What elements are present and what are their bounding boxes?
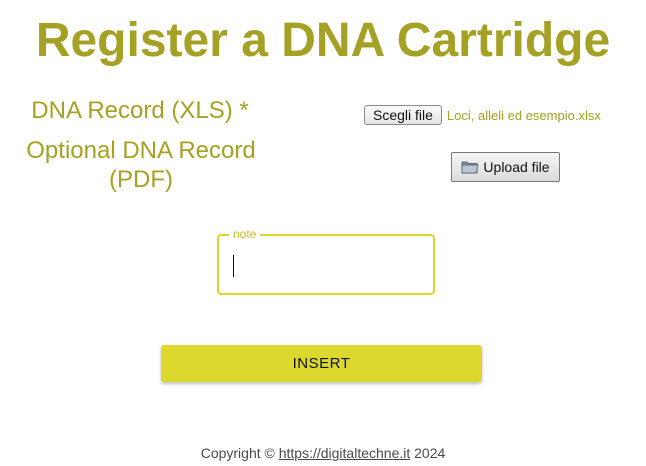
note-legend: note [229, 227, 261, 241]
footer-link[interactable]: https://digitaltechne.it [279, 445, 411, 461]
chosen-file-name: Loci, alleli ed esempio.xlsx [446, 107, 601, 123]
xls-record-label: DNA Record (XLS) * [31, 97, 249, 124]
xls-file-picker: Scegli file Loci, alleli ed esempio.xlsx [364, 105, 601, 125]
choose-file-button[interactable]: Scegli file [364, 105, 442, 125]
note-field: note [217, 227, 435, 295]
note-input[interactable] [231, 252, 421, 278]
page-title: Register a DNA Cartridge [35, 14, 611, 67]
copyright-prefix: Copyright © [200, 445, 275, 461]
footer: Copyright © https://digitaltechne.it 202… [0, 445, 646, 462]
text-caret [233, 255, 234, 277]
upload-file-label: Upload file [483, 159, 550, 175]
pdf-record-label: Optional DNA Record (PDF) [26, 137, 256, 193]
folder-icon [461, 159, 479, 175]
insert-button[interactable]: INSERT [161, 345, 482, 382]
upload-file-button[interactable]: Upload file [451, 152, 560, 182]
copyright-year: 2024 [414, 445, 446, 461]
